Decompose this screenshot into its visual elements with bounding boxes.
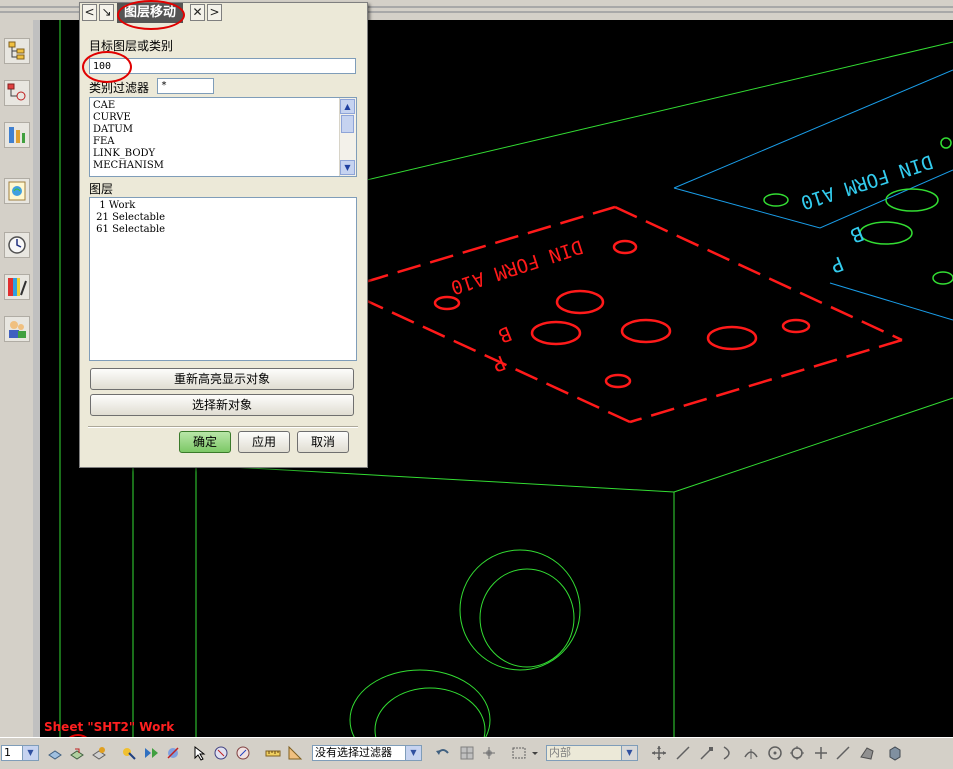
- layer-list-item[interactable]: 61 Selectable: [90, 224, 356, 236]
- category-list-item[interactable]: CURVE: [90, 112, 356, 124]
- chevron-down-icon[interactable]: [530, 744, 540, 762]
- rehighlight-objects-button[interactable]: 重新高亮显示对象: [90, 368, 354, 390]
- system-materials-icon[interactable]: [4, 274, 30, 300]
- layer-settings-icon[interactable]: [46, 744, 64, 762]
- category-list-item[interactable]: LINK_BODY: [90, 148, 356, 160]
- chevron-down-icon: ▼: [405, 746, 421, 760]
- category-list-item[interactable]: MECHANISM: [90, 160, 356, 172]
- endpoint-icon[interactable]: [698, 744, 716, 762]
- engraving-text-cyan: DIN FORM A10: [798, 150, 935, 213]
- selection-filter-select[interactable]: 没有选择过滤器 ▼: [312, 745, 422, 761]
- deselect-icon[interactable]: [234, 744, 252, 762]
- reuse-library-icon[interactable]: [4, 122, 30, 148]
- layer-list-item[interactable]: 21 Selectable: [90, 212, 356, 224]
- back-icon[interactable]: <: [82, 4, 97, 21]
- assembly-navigator-icon[interactable]: [4, 38, 30, 64]
- select-new-objects-button[interactable]: 选择新对象: [90, 394, 354, 416]
- point-on-surface-icon[interactable]: [858, 744, 876, 762]
- measure-icon[interactable]: [264, 744, 282, 762]
- cancel-button[interactable]: 取消: [297, 431, 349, 453]
- chevron-down-icon: ▼: [22, 746, 38, 760]
- grid-icon[interactable]: [458, 744, 476, 762]
- rectangle-select-icon[interactable]: [510, 744, 528, 762]
- control-point-icon[interactable]: [742, 744, 760, 762]
- chevron-down-icon: ▼: [621, 746, 637, 760]
- move-icon[interactable]: [650, 744, 668, 762]
- scope-value: 内部: [549, 746, 571, 759]
- cursor-select-icon[interactable]: [190, 744, 208, 762]
- select-view-icon[interactable]: [120, 744, 138, 762]
- work-layer-select[interactable]: 1 ▼: [1, 745, 39, 761]
- layer-list[interactable]: 1 Work 21 Selectable 61 Selectable: [89, 197, 357, 361]
- scroll-up-icon[interactable]: ▲: [340, 99, 355, 114]
- collapse-arrow-icon[interactable]: ↘: [99, 4, 114, 21]
- midpoint-icon[interactable]: [720, 744, 738, 762]
- solid-body-icon[interactable]: [886, 744, 904, 762]
- graphics-window-edge: [33, 20, 40, 737]
- part-navigator-icon[interactable]: [4, 80, 30, 106]
- layer-list-item[interactable]: 1 Work: [90, 200, 356, 212]
- scope-select[interactable]: 内部 ▼: [546, 745, 638, 761]
- engraving-letter-b: B: [495, 321, 515, 348]
- engraving-text-red: DIN FORM A10: [448, 235, 585, 298]
- web-browser-icon[interactable]: [4, 178, 30, 204]
- engraving-letter-p: P: [489, 350, 509, 377]
- scroll-down-icon[interactable]: ▼: [340, 160, 355, 175]
- ok-button[interactable]: 确定: [179, 431, 231, 453]
- dialog-separator: [88, 426, 358, 428]
- line-icon[interactable]: [674, 744, 692, 762]
- show-hide-icon[interactable]: [164, 744, 182, 762]
- title-highlight-mark: [117, 0, 185, 30]
- category-list-item[interactable]: CAE: [90, 100, 356, 112]
- angle-measure-icon[interactable]: [286, 744, 304, 762]
- layer-label: 图层: [89, 182, 114, 196]
- snap-icon[interactable]: [480, 744, 498, 762]
- copy-to-layer-icon[interactable]: [90, 744, 108, 762]
- point-on-curve-icon[interactable]: [834, 744, 852, 762]
- move-to-layer-icon[interactable]: [68, 744, 86, 762]
- quadrant-icon[interactable]: [788, 744, 806, 762]
- category-list-item[interactable]: DATUM: [90, 124, 356, 136]
- arc-center-icon[interactable]: [766, 744, 784, 762]
- category-list-item[interactable]: FEA: [90, 136, 356, 148]
- category-list[interactable]: CAE CURVE DATUM FEA LINK_BODY MECHANISM ▲ ▼: [89, 97, 357, 177]
- history-icon[interactable]: [4, 232, 30, 258]
- resource-bar: [0, 20, 34, 737]
- close-icon[interactable]: ✕: [190, 4, 205, 21]
- apply-button[interactable]: 应用: [238, 431, 290, 453]
- engraving-letter-p-cyan: P: [827, 251, 847, 278]
- sheet-work-label: Sheet "SHT2" Work: [44, 720, 175, 734]
- forward-icon[interactable]: >: [207, 4, 222, 21]
- bottom-toolbar: 1 ▼ 没有选择过滤器 ▼ 内部 ▼: [0, 737, 953, 769]
- scroll-thumb[interactable]: [341, 115, 354, 133]
- selection-filter-value: 没有选择过滤器: [315, 746, 392, 759]
- input-highlight-mark: [82, 51, 132, 83]
- existing-point-icon[interactable]: [812, 744, 830, 762]
- work-layer-value: 1: [4, 746, 11, 759]
- display-icon[interactable]: [142, 744, 160, 762]
- select-all-icon[interactable]: [212, 744, 230, 762]
- engraving-letter-b-cyan: B: [847, 221, 867, 248]
- category-scrollbar[interactable]: ▲ ▼: [339, 98, 356, 176]
- category-filter-input[interactable]: *: [157, 78, 214, 94]
- undo-icon[interactable]: [434, 744, 452, 762]
- roles-icon[interactable]: [4, 316, 30, 342]
